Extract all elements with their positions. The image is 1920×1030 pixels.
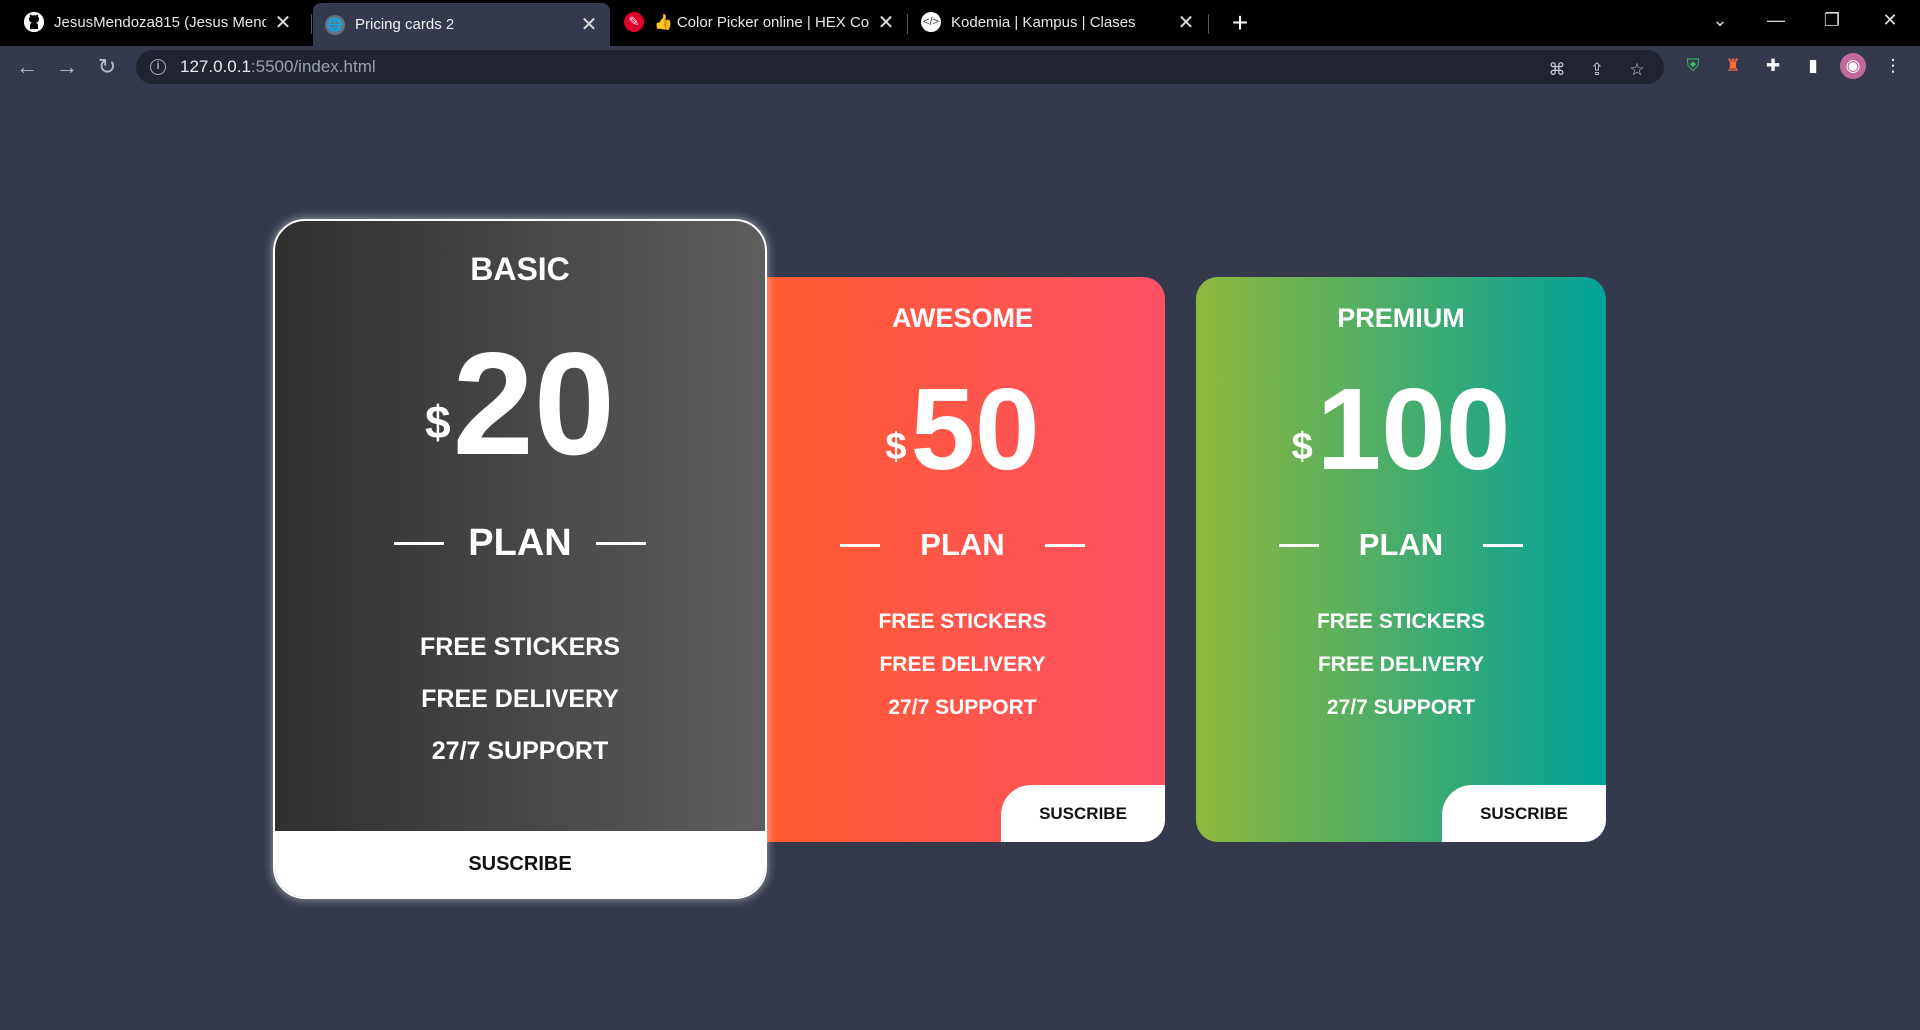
divider-line bbox=[1278, 543, 1319, 547]
feature-list: FREE STICKERS FREE DELIVERY 27/7 SUPPORT bbox=[760, 600, 1165, 729]
price: $ 100 bbox=[1196, 364, 1606, 494]
forward-icon[interactable]: → bbox=[50, 50, 84, 84]
extension-lighthouse-icon[interactable]: ♜ bbox=[1720, 53, 1746, 79]
plan-name: PREMIUM bbox=[1337, 303, 1465, 333]
feature-list: FREE STICKERS FREE DELIVERY 27/7 SUPPORT bbox=[275, 621, 765, 777]
feature-item: FREE DELIVERY bbox=[879, 653, 1046, 676]
extensions-puzzle-icon[interactable]: ✚ bbox=[1760, 53, 1786, 79]
color-picker-icon: ✎ bbox=[624, 12, 644, 32]
minimize-icon[interactable]: — bbox=[1748, 0, 1804, 40]
currency-symbol: $ bbox=[885, 426, 907, 468]
tab-title: Kodemia | Kampus | Clases bbox=[951, 13, 1136, 31]
browser-toolbar: ← → ↻ i 127.0.0.1:5500/index.html ⌘ ⇪ ☆ … bbox=[0, 46, 1920, 88]
tab-pricing-cards[interactable]: 🌐 Pricing cards 2 ✕ bbox=[313, 3, 610, 46]
tab-color-picker[interactable]: ✎ 👍 Color Picker online | HEX Color ✕ bbox=[612, 4, 907, 40]
feature-item: FREE DELIVERY bbox=[421, 685, 619, 713]
tab-separator bbox=[907, 14, 908, 34]
share-icon[interactable]: ⇪ bbox=[1586, 59, 1608, 81]
price-amount: 100 bbox=[1316, 364, 1511, 494]
bookmark-star-icon[interactable]: ☆ bbox=[1626, 59, 1648, 81]
profile-avatar-icon[interactable]: ◉ bbox=[1840, 53, 1866, 79]
price: $ 20 bbox=[275, 322, 765, 485]
pricing-card-basic: BASIC $ 20 PLAN FREE STICKERS FREE DELIV… bbox=[273, 219, 767, 899]
feature-item: 27/7 SUPPORT bbox=[431, 737, 609, 765]
address-bar[interactable]: i 127.0.0.1:5500/index.html ⌘ ⇪ ☆ bbox=[136, 50, 1664, 84]
tab-search-icon[interactable]: ⌄ bbox=[1692, 0, 1748, 40]
plan-name: AWESOME bbox=[891, 303, 1033, 333]
site-info-icon[interactable]: i bbox=[150, 59, 166, 75]
subscribe-button[interactable]: SUSCRIBE bbox=[1001, 785, 1165, 842]
back-icon[interactable]: ← bbox=[10, 50, 44, 84]
tab-separator bbox=[1208, 14, 1209, 34]
close-icon[interactable]: ✕ bbox=[877, 10, 895, 35]
plan-divider: PLAN bbox=[275, 521, 765, 565]
shield-extension-icon[interactable]: ⛨ bbox=[1680, 53, 1706, 79]
currency-symbol: $ bbox=[425, 396, 451, 448]
globe-icon: 🌐 bbox=[325, 14, 345, 35]
price-amount: 50 bbox=[910, 364, 1040, 494]
plan-label: PLAN bbox=[920, 527, 1005, 562]
tab-kodemia[interactable]: </> Kodemia | Kampus | Clases ✕ bbox=[909, 4, 1207, 40]
close-icon[interactable]: ✕ bbox=[1177, 10, 1195, 35]
feature-item: FREE DELIVERY bbox=[1317, 653, 1485, 676]
plan-label: PLAN bbox=[468, 521, 572, 564]
tab-github[interactable]: JesusMendoza815 (Jesus Mendoza) ✕ bbox=[12, 4, 304, 40]
github-icon bbox=[24, 12, 44, 32]
close-icon[interactable]: ✕ bbox=[274, 10, 292, 35]
tab-title: 👍 Color Picker online | HEX Color bbox=[654, 14, 869, 31]
currency-symbol: $ bbox=[1291, 426, 1313, 468]
price: $ 50 bbox=[760, 364, 1165, 494]
url-path: :5500/index.html bbox=[250, 57, 376, 76]
plan-name: BASIC bbox=[470, 251, 570, 287]
reload-icon[interactable]: ↻ bbox=[90, 50, 124, 84]
restore-icon[interactable]: ❐ bbox=[1804, 0, 1860, 40]
menu-kebab-icon[interactable]: ⋮ bbox=[1880, 53, 1906, 79]
divider-line bbox=[394, 541, 445, 545]
feature-item: FREE STICKERS bbox=[878, 610, 1047, 633]
url-host: 127.0.0.1 bbox=[180, 57, 251, 76]
feature-item: 27/7 SUPPORT bbox=[888, 696, 1037, 719]
feature-item: FREE STICKERS bbox=[1316, 610, 1486, 633]
divider-line bbox=[1483, 543, 1524, 547]
plan-divider: PLAN bbox=[760, 525, 1165, 565]
window-close-icon[interactable]: ✕ bbox=[1862, 0, 1918, 40]
plan-label: PLAN bbox=[1358, 527, 1444, 562]
feature-item: FREE STICKERS bbox=[419, 633, 621, 661]
subscribe-button[interactable]: SUSCRIBE bbox=[275, 831, 765, 897]
tab-title: JesusMendoza815 (Jesus Mendoza) bbox=[54, 13, 266, 31]
pricing-card-awesome: AWESOME $ 50 PLAN FREE STICKERS FREE DEL… bbox=[760, 277, 1165, 842]
tab-separator bbox=[311, 14, 312, 34]
new-tab-button[interactable]: + bbox=[1223, 6, 1257, 40]
feature-item: 27/7 SUPPORT bbox=[1326, 696, 1476, 719]
translate-icon[interactable]: ⌘ bbox=[1546, 59, 1568, 81]
divider-line bbox=[595, 541, 646, 545]
side-panel-icon[interactable]: ▮ bbox=[1800, 53, 1826, 79]
feature-list: FREE STICKERS FREE DELIVERY 27/7 SUPPORT bbox=[1196, 600, 1606, 729]
divider-line bbox=[1044, 543, 1085, 547]
divider-line bbox=[840, 543, 881, 547]
close-icon[interactable]: ✕ bbox=[580, 12, 598, 37]
tab-title: Pricing cards 2 bbox=[355, 16, 455, 33]
price-amount: 20 bbox=[452, 322, 615, 485]
kodemia-icon: </> bbox=[921, 12, 941, 32]
plan-divider: PLAN bbox=[1196, 525, 1606, 565]
tab-bar: JesusMendoza815 (Jesus Mendoza) ✕ 🌐 Pric… bbox=[0, 0, 1920, 46]
subscribe-button[interactable]: SUSCRIBE bbox=[1442, 785, 1606, 842]
pricing-card-premium: PREMIUM $ 100 PLAN FREE STICKERS FREE DE… bbox=[1196, 277, 1606, 842]
